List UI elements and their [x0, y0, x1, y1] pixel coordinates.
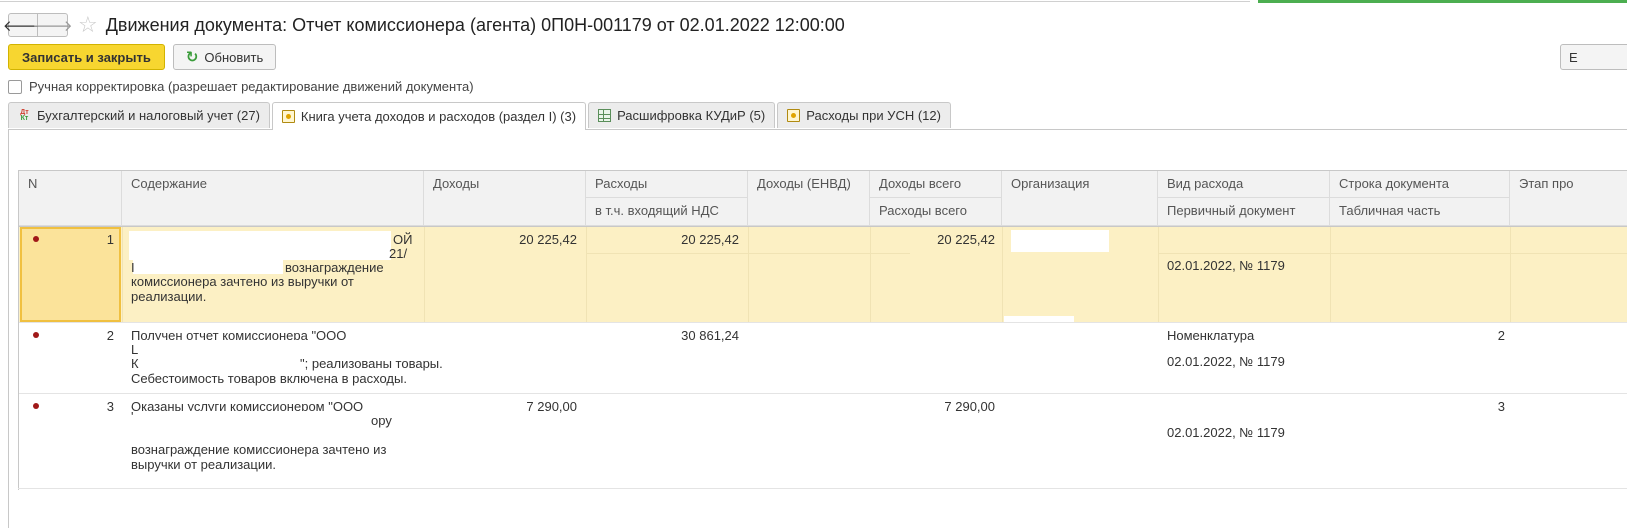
content-fragment: "; реализованы товары.: [300, 356, 443, 371]
content-fragment: 21/: [389, 246, 408, 261]
row-number: 1: [106, 232, 114, 247]
primary-doc-value: 02.01.2022, № 1179: [1167, 425, 1285, 440]
table-row[interactable]: 3 Оказаны услуги комиссионером "ООО ору …: [19, 394, 1627, 489]
title-bar: 🡐 🡒 ☆ Движения документа: Отчет комиссио…: [3, 10, 845, 40]
income-value: 20 225,42: [519, 232, 577, 247]
expense-type-value: Номенклатура: [1167, 328, 1255, 343]
subrow-divider: [1158, 253, 1627, 254]
row-number: 3: [106, 399, 114, 414]
col-header-n[interactable]: N: [19, 171, 122, 226]
redacted-block: [129, 231, 391, 246]
arrow-right-icon: 🡒: [32, 17, 73, 35]
table-row[interactable]: 2 Получен отчет комиссионера "ООО "ЦВЕТН…: [19, 323, 1627, 393]
doc-line-value: 3: [1497, 399, 1505, 414]
refresh-icon: ↻: [185, 49, 199, 66]
more-button[interactable]: Е: [1560, 44, 1627, 70]
primary-doc-value: 02.01.2022, № 1179: [1167, 354, 1285, 369]
col-header-income[interactable]: Доходы: [424, 171, 586, 226]
forward-button[interactable]: 🡒: [32, 13, 73, 37]
tab-label: Бухгалтерский и налоговый учет (27): [37, 108, 260, 123]
redacted-block: [133, 260, 283, 274]
redacted-block: [129, 246, 391, 260]
table-bottom-border: [18, 488, 1627, 489]
col-header-doc-line[interactable]: Строка документа: [1330, 171, 1510, 198]
dt-kt-icon: Дт Кт: [20, 108, 29, 122]
tab-label: Расходы при УСН (12): [806, 108, 941, 123]
active-window-indicator: [1258, 0, 1627, 3]
cell-divider: [122, 227, 123, 322]
refresh-label: Обновить: [204, 49, 264, 65]
redacted-organization: [1011, 230, 1109, 252]
record-marker-icon: [33, 332, 39, 338]
cell-divider: [1330, 227, 1331, 322]
col-header-income-total[interactable]: Доходы всего: [870, 171, 1002, 198]
col-header-expenses-total[interactable]: Расходы всего: [870, 198, 1002, 226]
content-fragment: К: [131, 356, 139, 371]
grid-icon: [598, 109, 612, 122]
income-total-value: 7 290,00: [944, 399, 995, 414]
doc-line-value: 2: [1497, 328, 1505, 343]
record-marker-icon: [33, 403, 39, 409]
content-text: вознаграждение комиссионера зачтено из в…: [131, 442, 387, 472]
content-fragment: Себестоимость товаров включена в расходы…: [131, 371, 407, 386]
content-fragment: ору: [371, 413, 392, 428]
tab-label: Расшифровка КУДиР (5): [617, 108, 766, 123]
record-marker-icon: [33, 236, 39, 242]
income-total-value: 20 225,42: [937, 232, 995, 247]
top-strip: [0, 0, 1627, 4]
book-icon: [787, 109, 801, 122]
content-fragment: Получен отчет комиссионера "ООО "ЦВЕТНОЙ: [131, 329, 347, 340]
save-and-close-button[interactable]: Записать и закрыть: [8, 44, 165, 70]
tab-income-expense-book[interactable]: Книга учета доходов и расходов (раздел I…: [271, 102, 587, 130]
col-header-expenses[interactable]: Расходы: [586, 171, 748, 198]
manual-edit-label: Ручная корректировка (разрешает редактир…: [29, 79, 474, 94]
command-bar: Записать и закрыть ↻ Обновить: [8, 44, 277, 70]
cell-divider: [1158, 227, 1159, 322]
expenses-value: 20 225,42: [681, 232, 739, 247]
col-header-primary-doc[interactable]: Первичный документ: [1158, 198, 1330, 226]
movements-table[interactable]: N Содержание Доходы Расходы в т.ч. входя…: [18, 170, 1627, 490]
primary-doc-value: 02.01.2022, № 1179: [1167, 258, 1285, 273]
col-header-content[interactable]: Содержание: [122, 171, 424, 226]
cell-divider: [1510, 227, 1511, 322]
col-header-expense-type[interactable]: Вид расхода: [1158, 171, 1330, 198]
refresh-button[interactable]: ↻ Обновить: [172, 44, 277, 70]
tab-accounting[interactable]: Дт Кт Бухгалтерский и налоговый учет (27): [8, 102, 270, 128]
expenses-value: 30 861,24: [681, 328, 739, 343]
content-fragment: Оказаны услуги комиссионером "ООО: [131, 400, 364, 411]
subrow-divider: [586, 253, 910, 254]
tab-usn-expenses[interactable]: Расходы при УСН (12): [777, 102, 951, 128]
table-row[interactable]: 1 ОЙ 21/ I вознаграждение комиссионера з…: [19, 227, 1627, 322]
page-title: Движения документа: Отчет комиссионера (…: [105, 14, 845, 35]
col-header-expenses-vat[interactable]: в т.ч. входящий НДС: [586, 198, 748, 226]
manual-edit-row: Ручная корректировка (разрешает редактир…: [8, 79, 474, 94]
content-text: комиссионера зачтено из выручки от реали…: [131, 274, 354, 304]
tab-label: Книга учета доходов и расходов (раздел I…: [300, 109, 577, 124]
top-divider: [0, 0, 1250, 2]
content-fragment: ': [131, 409, 134, 424]
star-icon[interactable]: ☆: [78, 14, 98, 36]
tab-divider: [8, 129, 1627, 130]
col-header-organization[interactable]: Организация: [1002, 171, 1158, 226]
col-header-stage[interactable]: Этап про: [1510, 171, 1627, 226]
cell-divider: [1002, 227, 1003, 322]
book-icon: [281, 110, 295, 123]
cell-divider: [748, 227, 749, 322]
col-header-income-envd[interactable]: Доходы (ЕНВД): [748, 171, 870, 226]
manual-edit-checkbox[interactable]: [8, 79, 22, 94]
tab-bar: Дт Кт Бухгалтерский и налоговый учет (27)…: [8, 102, 953, 130]
panel-border: [8, 129, 9, 528]
income-value: 7 290,00: [526, 399, 577, 414]
row-number: 2: [106, 328, 114, 343]
tab-kudir-details[interactable]: Расшифровка КУДиР (5): [588, 102, 776, 128]
col-header-table-part[interactable]: Табличная часть: [1330, 198, 1510, 226]
